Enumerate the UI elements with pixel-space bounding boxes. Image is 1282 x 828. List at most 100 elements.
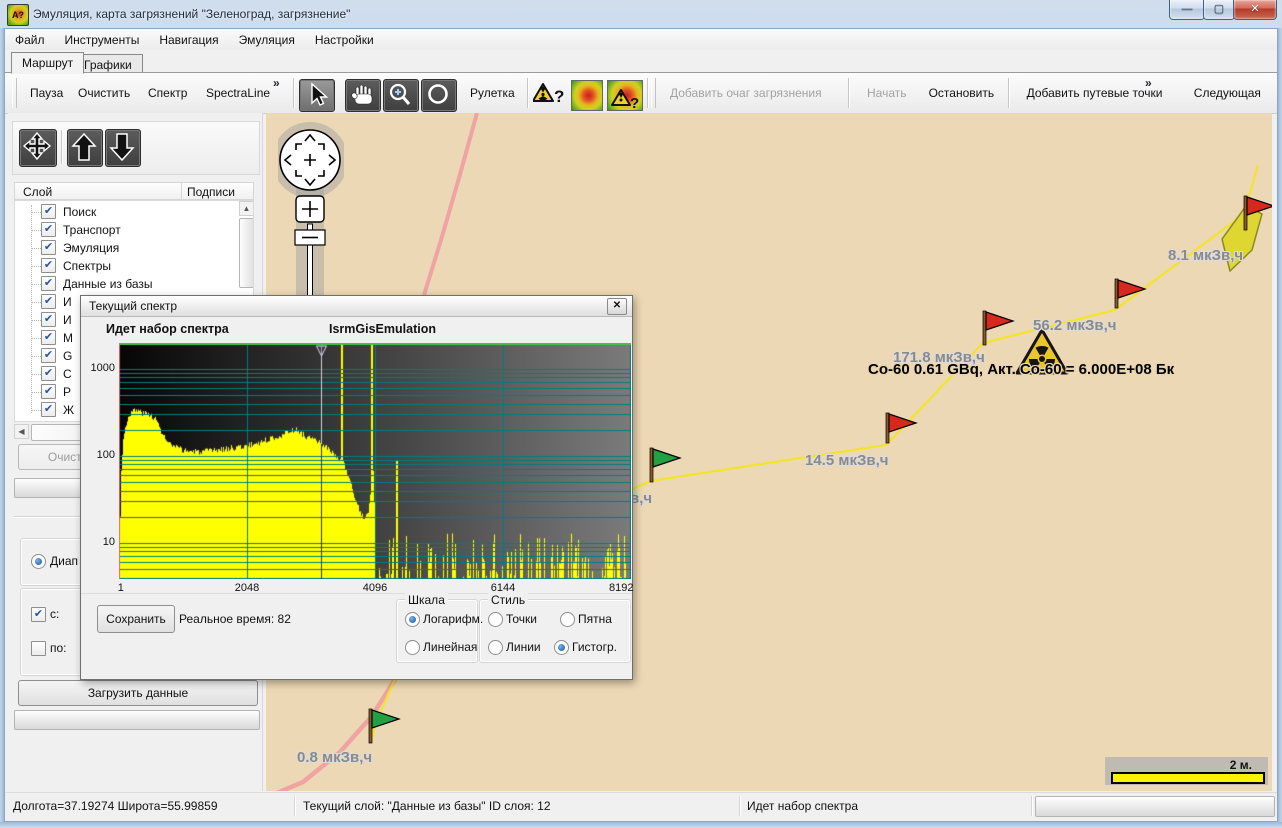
separator bbox=[61, 130, 63, 164]
tree-hscroll-left[interactable]: ◀ bbox=[14, 424, 29, 439]
zoom-tool-button[interactable] bbox=[383, 79, 419, 112]
layer-checkbox[interactable] bbox=[41, 384, 56, 399]
toolbar-button-Добавить очаг загрязнения[interactable]: Добавить очаг загрязнения bbox=[661, 80, 831, 106]
hand-icon bbox=[346, 80, 378, 109]
layer-checkbox[interactable] bbox=[41, 240, 56, 255]
status-divider bbox=[1031, 796, 1033, 816]
ruler-button[interactable]: Рулетка bbox=[461, 80, 524, 106]
tree-connector bbox=[31, 212, 41, 213]
road-line bbox=[266, 676, 397, 791]
minimize-button[interactable]: — bbox=[1169, 0, 1205, 20]
layer-checkbox[interactable] bbox=[41, 294, 56, 309]
toolbar-grip[interactable] bbox=[651, 78, 656, 108]
layer-checkbox[interactable] bbox=[41, 366, 56, 381]
save-button[interactable]: Сохранить bbox=[97, 605, 175, 633]
status-coordinates: Долгота=37.19274 Широта=55.99859 bbox=[13, 799, 218, 813]
layer-row-Эмуляция[interactable]: Эмуляция bbox=[15, 239, 253, 257]
dialog-close-button[interactable]: ✕ bbox=[607, 298, 627, 315]
to-checkbox[interactable] bbox=[31, 641, 46, 656]
status-divider bbox=[294, 796, 296, 816]
layer-checkbox[interactable] bbox=[41, 402, 56, 417]
layer-checkbox[interactable] bbox=[41, 222, 56, 237]
layer-down-button[interactable] bbox=[105, 129, 141, 167]
layer-row-Данные из базы[interactable]: Данные из базы bbox=[15, 275, 253, 293]
heatmap-button[interactable] bbox=[571, 80, 603, 111]
layer-label: Поиск bbox=[63, 205, 96, 219]
tab-route[interactable]: Маршрут bbox=[11, 52, 84, 74]
layer-checkbox[interactable] bbox=[41, 276, 56, 291]
layer-label: Ж bbox=[63, 403, 74, 417]
circle-tool-button[interactable] bbox=[421, 79, 457, 112]
map-flag-green bbox=[369, 709, 399, 743]
layer-up-button[interactable] bbox=[67, 129, 103, 167]
range-radio[interactable] bbox=[31, 554, 46, 569]
scale-linear-radio[interactable] bbox=[405, 640, 420, 655]
map-scale-box: 2 м. bbox=[1105, 757, 1268, 785]
layer-checkbox[interactable] bbox=[41, 258, 56, 273]
dialog-title-bar[interactable]: Текущий спектр ✕ bbox=[81, 296, 632, 317]
toolbar-button-Очистить[interactable]: Очистить bbox=[69, 80, 139, 106]
load-data-button[interactable]: Загрузить данные bbox=[18, 680, 258, 706]
status-layer-info: Текущий слой: "Данные из базы" ID слоя: … bbox=[303, 799, 551, 813]
y-axis-tick: 100 bbox=[85, 449, 115, 461]
x-axis-tick: 8192 bbox=[609, 582, 633, 594]
layer-row-Спектры[interactable]: Спектры bbox=[15, 257, 253, 275]
style-spots-radio[interactable] bbox=[560, 612, 575, 627]
route-line bbox=[631, 165, 1258, 490]
tree-scroll-thumb[interactable] bbox=[239, 218, 254, 288]
column-labels: Подписи bbox=[187, 185, 235, 199]
x-axis-tick: 6144 bbox=[491, 582, 515, 594]
dose-rate-label: 0.8 мкЗв,ч bbox=[297, 749, 372, 766]
toolbar-overflow-chevron[interactable]: » bbox=[1145, 76, 1152, 90]
layer-checkbox[interactable] bbox=[41, 312, 56, 327]
cursor-tool-button[interactable] bbox=[299, 79, 335, 112]
dialog-status-text: Идет набор спектра bbox=[106, 322, 229, 336]
x-axis-tick: 1 bbox=[118, 582, 124, 594]
tree-connector bbox=[31, 302, 41, 303]
layers-header: Слой Подписи bbox=[14, 182, 254, 200]
style-spots-label: Пятна bbox=[578, 612, 612, 626]
style-lines-radio[interactable] bbox=[488, 640, 503, 655]
style-points-radio[interactable] bbox=[488, 612, 503, 627]
tree-connector bbox=[31, 356, 41, 357]
menu-item-Навигация[interactable]: Навигация bbox=[149, 31, 228, 49]
toolbar-button-Начать[interactable]: Начать bbox=[858, 80, 916, 106]
layer-row-Поиск[interactable]: Поиск bbox=[15, 203, 253, 221]
menu-item-Настройки[interactable]: Настройки bbox=[305, 31, 384, 49]
app-window: А? Эмуляция, карта загрязнений "Зеленогр… bbox=[0, 0, 1282, 828]
layer-checkbox[interactable] bbox=[41, 330, 56, 345]
tree-connector bbox=[31, 338, 41, 339]
toolbar-button-SpectraLine[interactable]: SpectraLine bbox=[197, 80, 279, 106]
toolbar-button-Спектр[interactable]: Спектр bbox=[139, 80, 196, 106]
move-layer-button[interactable] bbox=[19, 129, 57, 167]
maximize-icon: ▢ bbox=[1204, 2, 1234, 16]
menu-item-Инструменты[interactable]: Инструменты bbox=[55, 31, 150, 49]
toolbar-button-Пауза[interactable]: Пауза bbox=[21, 80, 72, 106]
y-axis-tick: 1000 bbox=[85, 362, 115, 374]
toolbar-button-Остановить[interactable]: Остановить bbox=[920, 80, 1004, 106]
menu-item-Файл[interactable]: Файл bbox=[5, 31, 55, 49]
window-border-right bbox=[1278, 28, 1282, 822]
range-radio-label: Диап bbox=[50, 554, 78, 568]
style-histogram-radio[interactable] bbox=[554, 640, 569, 655]
pan-tool-button[interactable] bbox=[345, 79, 381, 112]
heatmap-radiation-query-button[interactable]: ? bbox=[607, 80, 643, 111]
scale-log-radio[interactable] bbox=[405, 612, 420, 627]
dose-rate-label: 56.2 мкЗв,ч bbox=[1033, 317, 1116, 334]
load-progress-bar bbox=[14, 710, 260, 730]
toolbar-grip[interactable] bbox=[12, 78, 17, 108]
zoom-in-icon bbox=[384, 80, 416, 109]
layer-row-Транспорт[interactable]: Транспорт bbox=[15, 221, 253, 239]
heatmap-radiation-query-icon: ? bbox=[608, 81, 642, 110]
close-button[interactable]: ✕ bbox=[1233, 0, 1277, 20]
maximize-button[interactable]: ▢ bbox=[1203, 0, 1235, 20]
x-axis-tick: 2048 bbox=[235, 582, 259, 594]
layer-checkbox[interactable] bbox=[41, 348, 56, 363]
from-checkbox[interactable] bbox=[31, 607, 46, 622]
radiation-query-button[interactable]: ? bbox=[533, 81, 565, 109]
menu-item-Эмуляция[interactable]: Эмуляция bbox=[229, 31, 305, 49]
status-bar: Долгота=37.19274 Широта=55.99859 Текущий… bbox=[5, 792, 1277, 819]
tree-scroll-up[interactable]: ▲ bbox=[239, 201, 254, 216]
layer-checkbox[interactable] bbox=[41, 204, 56, 219]
toolbar-button-Следующая точка[interactable]: Следующая точка bbox=[1185, 80, 1277, 106]
